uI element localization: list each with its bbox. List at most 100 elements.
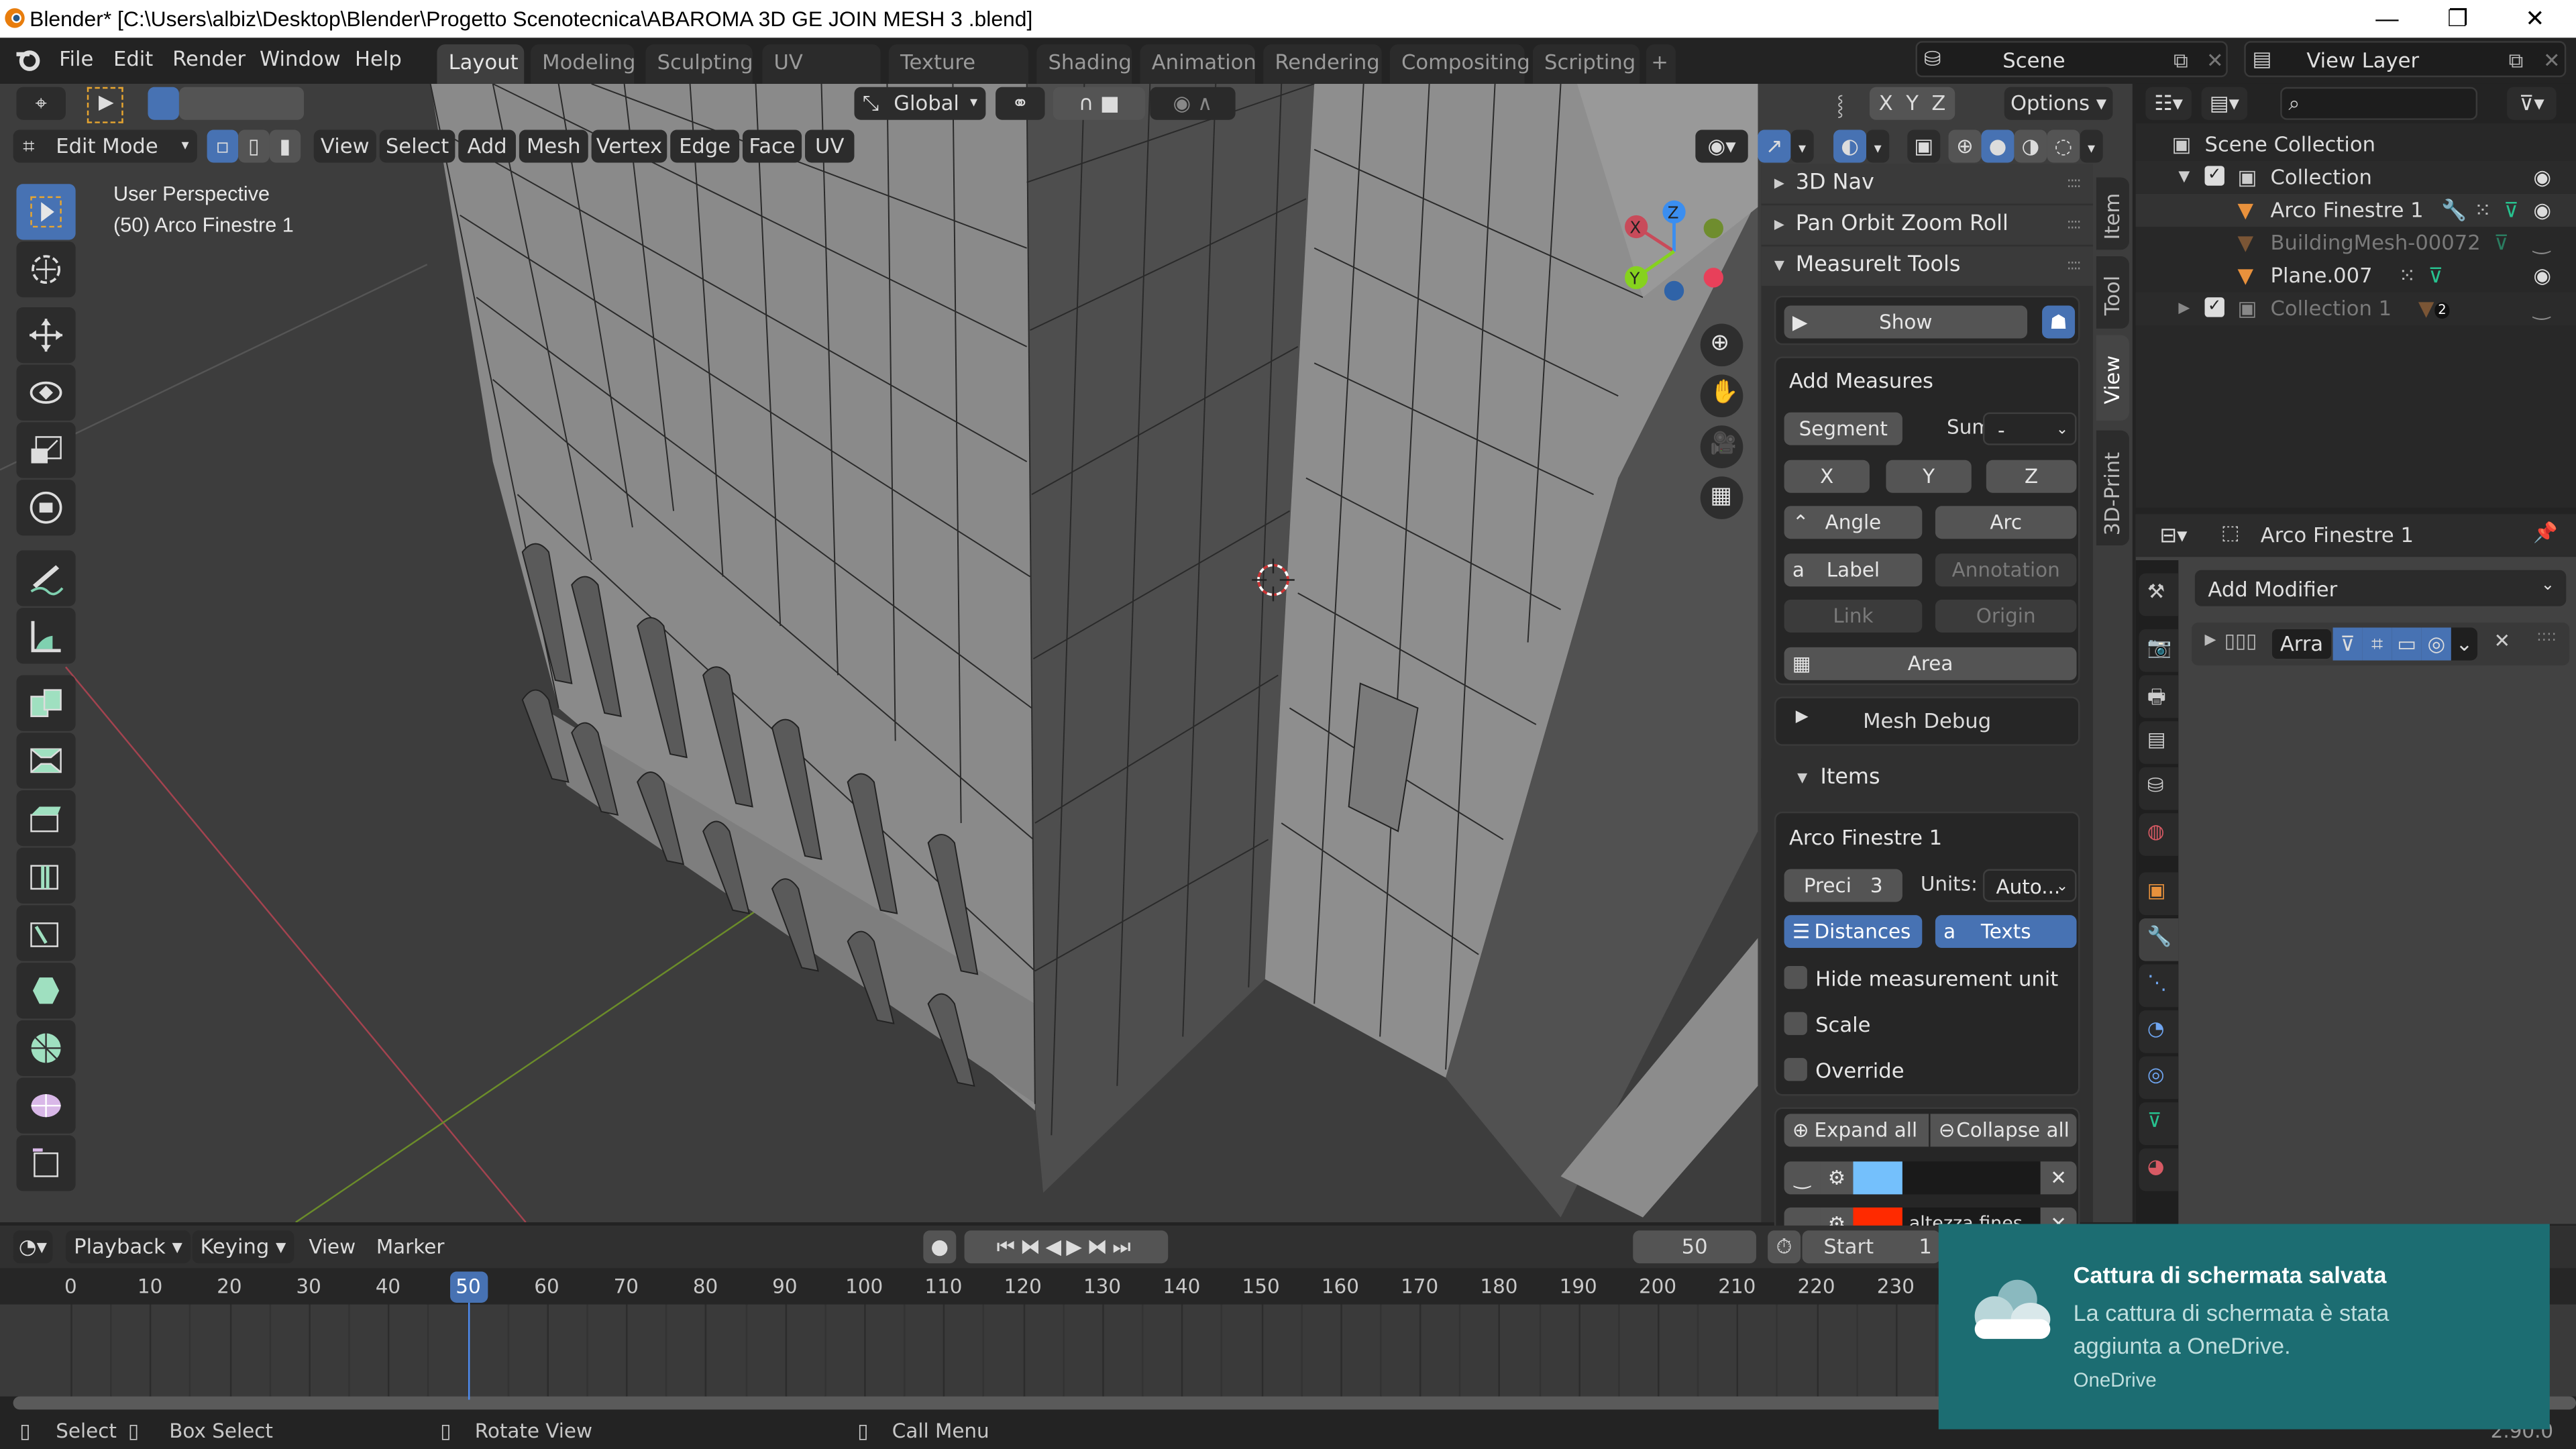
eye-closed-icon[interactable]: ‿ — [2533, 292, 2550, 325]
measure-name-field[interactable] — [1902, 1161, 2041, 1195]
zoom-view-button[interactable]: ⊕ — [1700, 323, 1743, 367]
ortho-toggle-button[interactable]: ▦ — [1700, 476, 1743, 519]
timeline-menu-view[interactable]: View — [309, 1236, 356, 1258]
header-menu-select[interactable]: Select — [379, 129, 455, 163]
panel-measureit[interactable]: ▼ MeasureIt Tools:::: — [1761, 246, 2094, 286]
checkbox[interactable] — [1784, 1058, 1807, 1081]
gizmo-dropdown[interactable]: ▾ — [1790, 129, 1814, 163]
tool-bevel[interactable] — [16, 847, 76, 904]
prev-keyframe-icon[interactable]: ⧓ — [1020, 1234, 1046, 1258]
delete-scene-icon[interactable]: ✕ — [2206, 48, 2224, 72]
modifier-menu-dropdown[interactable]: ⌄ — [2451, 627, 2478, 661]
transform-pivot-button[interactable]: ⌖ — [16, 87, 66, 120]
mirror-y[interactable]: Y — [1906, 91, 1919, 115]
outliner-search-input[interactable]: ⌕ — [2280, 87, 2478, 120]
preview-range-toggle[interactable]: ⏱ — [1768, 1230, 1801, 1264]
menu-render[interactable]: Render — [172, 46, 246, 71]
color-swatch[interactable] — [1853, 1161, 1902, 1195]
tool-select-icon[interactable]: ▶ — [87, 87, 123, 123]
new-scene-icon[interactable]: ⧉ — [2174, 48, 2188, 74]
tool-transform[interactable] — [16, 480, 76, 536]
proportional-edit[interactable]: ◉ ∧ — [1150, 87, 1236, 120]
jump-end-icon[interactable]: ⏭ — [1112, 1234, 1136, 1258]
panel-pan-orbit[interactable]: ▶ Pan Orbit Zoom Roll:::: — [1761, 205, 2094, 245]
viewport-toggle-icon[interactable]: ▭ — [2392, 627, 2422, 661]
gear-icon[interactable]: ⚙ — [1820, 1161, 1854, 1195]
segment-button[interactable]: Segment — [1784, 412, 1902, 445]
tab-animation[interactable]: Animation — [1140, 44, 1256, 84]
mesh-debug-box[interactable]: ▶ Mesh Debug — [1774, 696, 2080, 746]
cage-toggle-icon[interactable]: ⌗ — [2362, 627, 2392, 661]
drag-handle-icon[interactable]: :::: — [2066, 205, 2081, 245]
tab-object[interactable]: ▣ — [2139, 872, 2179, 916]
header-menu-uv[interactable]: UV — [805, 129, 855, 163]
modifier-name-field[interactable]: Arra — [2270, 627, 2333, 661]
start-frame-field[interactable]: Start 1 — [1802, 1230, 1941, 1264]
expand-all-button[interactable]: ⊕ Expand all — [1784, 1114, 1929, 1147]
eye-icon[interactable]: ◉ — [2533, 194, 2551, 227]
shading-material[interactable]: ◑ — [2014, 129, 2047, 163]
angle-button[interactable]: ⌃ Angle — [1784, 506, 1923, 539]
sidebar-tab-item[interactable]: Item — [2096, 177, 2129, 250]
maximize-button[interactable]: ❐ — [2420, 0, 2496, 38]
play-reverse-icon[interactable]: ◀ — [1045, 1234, 1066, 1258]
overlay-toggle[interactable]: ◐ — [1833, 129, 1867, 163]
annotation-button[interactable]: Annotation — [1935, 553, 2077, 587]
panel-3d-nav[interactable]: ▶ 3D Nav:::: — [1761, 164, 2094, 204]
menu-help[interactable]: Help — [355, 46, 402, 71]
edge-select-mode[interactable]: ▯ — [238, 129, 270, 163]
keying-dropdown[interactable]: Keying ▾ — [192, 1230, 294, 1264]
tab-particles[interactable]: ⋱ — [2139, 964, 2179, 1008]
tab-scene[interactable]: ⛁ — [2139, 767, 2179, 810]
shading-wireframe[interactable]: ⊕ — [1948, 129, 1982, 163]
shading-dropdown[interactable]: ▾ — [2080, 129, 2103, 163]
panel-items[interactable]: ▼ Items — [1761, 759, 2094, 799]
mirror-z[interactable]: Z — [1931, 91, 1945, 115]
distances-toggle[interactable]: ☰ Distances — [1784, 915, 1923, 949]
face-select-mode[interactable]: ▮ — [269, 129, 301, 163]
close-button[interactable]: ✕ — [2497, 0, 2573, 38]
tab-scripting[interactable]: Scripting — [1532, 44, 1640, 84]
header-menu-face[interactable]: Face — [742, 129, 802, 163]
vertex-select-mode[interactable]: ▫ — [207, 129, 239, 163]
tool-add-cube[interactable] — [16, 675, 76, 731]
checkbox[interactable] — [1784, 1012, 1807, 1035]
editor-type-dropdown[interactable]: ◔▾ — [13, 1230, 53, 1264]
overlay-dropdown[interactable]: ▾ — [1866, 129, 1890, 163]
shading-rendered[interactable]: ◌ — [2047, 129, 2080, 163]
outliner-row[interactable]: ▼ Plane.007 ⁙ ⊽ ◉ — [2136, 260, 2576, 292]
sidebar-tab-tool[interactable]: Tool — [2096, 256, 2129, 329]
wrench-icon[interactable]: 🔧 — [2441, 194, 2467, 227]
precision-field[interactable]: Preci 3 — [1784, 869, 1902, 902]
tab-material[interactable]: ◕ — [2139, 1148, 2179, 1191]
sidebar-tab-view[interactable]: View — [2096, 335, 2129, 421]
record-button[interactable]: ● — [923, 1230, 957, 1264]
playhead-line[interactable] — [467, 1301, 470, 1400]
arc-button[interactable]: Arc — [1935, 506, 2077, 539]
mode-dropdown[interactable]: ⌗ Edit Mode ▾ — [13, 129, 197, 163]
tab-mesh-data[interactable]: ⊽ — [2139, 1102, 2179, 1145]
units-dropdown[interactable]: Auto... ⌄ — [1982, 869, 2077, 902]
tool-inset[interactable] — [16, 790, 76, 847]
tab-sculpting[interactable]: Sculpting — [645, 44, 753, 84]
next-keyframe-icon[interactable]: ⧓ — [1087, 1234, 1112, 1258]
playhead-frame[interactable]: 50 — [449, 1271, 488, 1303]
orientation-dropdown[interactable]: ⤡ Global ▾ — [854, 87, 986, 120]
snap-toggle[interactable]: ∩ ■ — [1053, 87, 1145, 120]
select-mode-group[interactable] — [178, 87, 305, 120]
pin-icon[interactable]: 📌 — [2533, 521, 2558, 543]
timeline-menu-marker[interactable]: Marker — [376, 1236, 445, 1258]
tool-select-box[interactable] — [16, 184, 76, 240]
tool-poly-build[interactable] — [16, 1020, 76, 1077]
gizmo-toggle[interactable]: ↗ — [1758, 129, 1791, 163]
tab-texture-paint[interactable]: Texture Paint — [888, 44, 1029, 110]
blender-menu-icon[interactable] — [15, 46, 41, 72]
navigation-gizmo[interactable]: X Z Y — [1613, 195, 1728, 310]
mesh-data-icon[interactable]: ⊽ — [2504, 194, 2518, 227]
xray-toggle[interactable]: ▣ — [1907, 129, 1941, 163]
delete-view-layer-icon[interactable]: ✕ — [2543, 48, 2561, 72]
current-frame-field[interactable]: 50 — [1633, 1230, 1756, 1264]
header-menu-add[interactable]: Add — [458, 129, 516, 163]
mirror-axes[interactable]: X Y Z — [1869, 87, 1955, 120]
view-layer-selector[interactable]: ▤ View Layer ⧉ ✕ — [2244, 41, 2567, 78]
